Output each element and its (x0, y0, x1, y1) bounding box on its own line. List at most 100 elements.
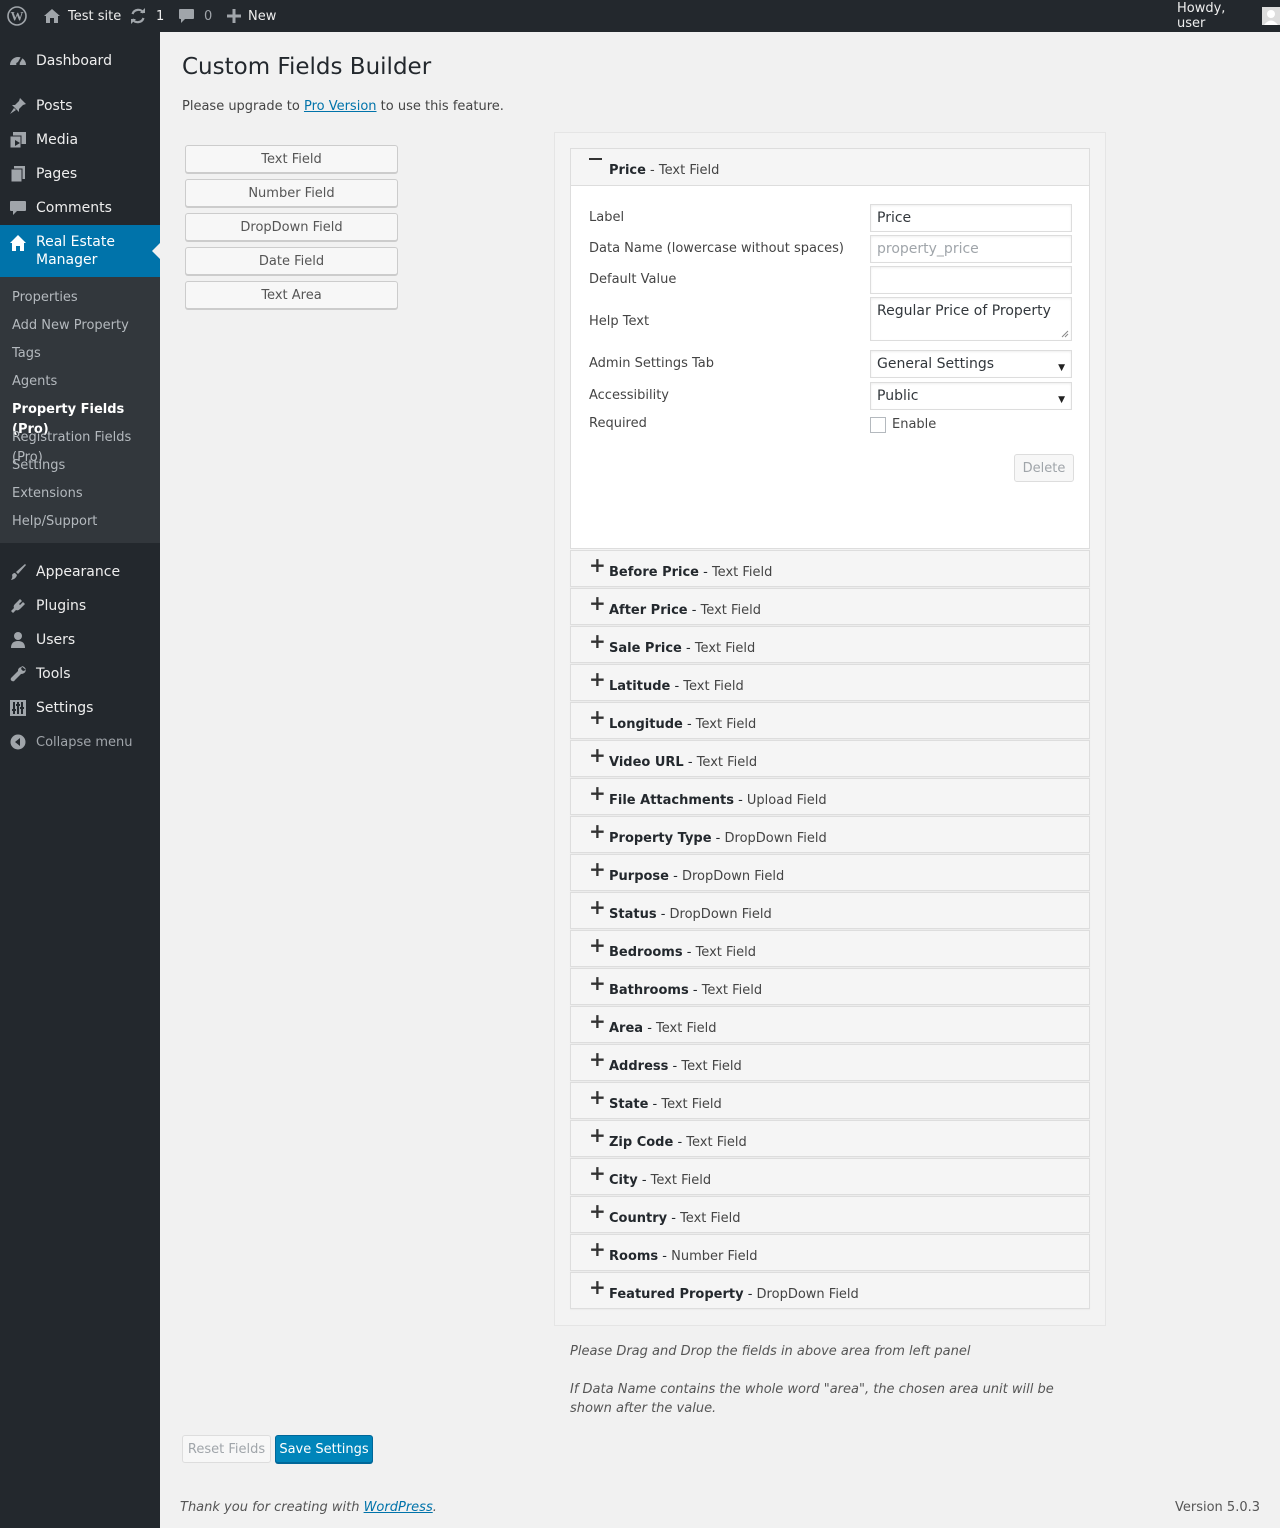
expand-plus-icon[interactable]: + (589, 1201, 606, 1221)
field-row[interactable]: + After Price - Text Field (570, 588, 1090, 625)
expand-plus-icon[interactable]: + (589, 821, 606, 841)
menu-item-real-estate-manager[interactable]: Real Estate Manager (0, 225, 160, 277)
current-menu-arrow (152, 243, 160, 259)
field-row[interactable]: + Zip Code - Text Field (570, 1120, 1090, 1157)
submenu-item-tags[interactable]: Tags (12, 344, 41, 364)
help-text-textarea[interactable]: Regular Price of Property (870, 297, 1072, 341)
expand-plus-icon[interactable]: + (589, 1163, 606, 1183)
expand-plus-icon[interactable]: + (589, 1239, 606, 1259)
field-row[interactable]: + State - Text Field (570, 1082, 1090, 1119)
wordpress-link[interactable]: WordPress (364, 1500, 433, 1515)
expand-plus-icon[interactable]: + (589, 859, 606, 879)
expand-plus-icon[interactable]: + (589, 1087, 606, 1107)
field-row[interactable]: + File Attachments - Upload Field (570, 778, 1090, 815)
submenu-item-help-support[interactable]: Help/Support (12, 512, 97, 532)
submenu-item-registration-fields[interactable]: Registration Fields (Pro) (12, 428, 160, 465)
field-type: Text Field (694, 641, 756, 656)
menu-item-dashboard[interactable]: Dashboard (0, 44, 160, 78)
label-input[interactable]: Price (870, 204, 1072, 232)
field-row[interactable]: + Featured Property - DropDown Field (570, 1272, 1090, 1309)
menu-item-plugins[interactable]: Plugins (0, 589, 160, 623)
wrench-icon (9, 665, 27, 683)
accessibility-select[interactable]: Public ▼ (870, 382, 1072, 410)
field-name: Status (609, 907, 657, 922)
expand-plus-icon[interactable]: + (589, 1049, 606, 1069)
expand-plus-icon[interactable]: + (589, 973, 606, 993)
menu-item-tools[interactable]: Tools (0, 657, 160, 691)
expand-plus-icon[interactable]: + (589, 1011, 606, 1031)
menu-label: Tools (36, 666, 71, 682)
field-name: After Price (609, 603, 688, 618)
add-date-field-button[interactable]: Date Field (185, 247, 398, 275)
expand-plus-icon[interactable]: + (589, 555, 606, 575)
menu-item-settings[interactable]: Settings (0, 691, 160, 725)
account-menu[interactable]: Howdy, user (1177, 0, 1280, 32)
updates-menu[interactable]: 1 (129, 0, 164, 32)
field-row[interactable]: + City - Text Field (570, 1158, 1090, 1195)
expand-plus-icon[interactable]: + (589, 783, 606, 803)
field-panel-header[interactable]: Price - Text Field (571, 149, 1089, 186)
site-menu[interactable]: Test site (43, 0, 121, 32)
field-name: Longitude (609, 717, 683, 732)
submenu-item-settings[interactable]: Settings (12, 456, 65, 476)
field-type: DropDown Field (681, 869, 785, 884)
collapse-minus-icon[interactable] (589, 158, 602, 160)
add-text-field-button[interactable]: Text Field (185, 145, 398, 173)
reset-fields-button[interactable]: Reset Fields (182, 1435, 271, 1463)
expand-plus-icon[interactable]: + (589, 631, 606, 651)
admin-tab-select[interactable]: General Settings ▼ (870, 350, 1072, 378)
default-value-input[interactable] (870, 266, 1072, 294)
add-text-area-button[interactable]: Text Area (185, 281, 398, 309)
menu-label: Plugins (36, 598, 87, 614)
field-row[interactable]: + Latitude - Text Field (570, 664, 1090, 701)
pro-version-link[interactable]: Pro Version (304, 99, 377, 114)
field-name: Property Type (609, 831, 712, 846)
expand-plus-icon[interactable]: + (589, 707, 606, 727)
submenu-item-add-new-property[interactable]: Add New Property (12, 316, 129, 336)
field-type: Text Field (701, 983, 763, 998)
field-row[interactable]: + Sale Price - Text Field (570, 626, 1090, 663)
expand-plus-icon[interactable]: + (589, 745, 606, 765)
field-row[interactable]: + Purpose - DropDown Field (570, 854, 1090, 891)
submenu-item-properties[interactable]: Properties (12, 288, 78, 308)
delete-field-button[interactable]: Delete (1014, 454, 1074, 482)
expand-plus-icon[interactable]: + (589, 897, 606, 917)
comments-menu[interactable]: 0 (178, 0, 212, 32)
field-row[interactable]: + Status - DropDown Field (570, 892, 1090, 929)
menu-item-media[interactable]: Media (0, 123, 160, 157)
wordpress-logo-icon[interactable]: W (7, 0, 27, 32)
required-checkbox[interactable] (870, 417, 886, 433)
field-row[interactable]: + Address - Text Field (570, 1044, 1090, 1081)
submenu-item-property-fields[interactable]: Property Fields (Pro) (12, 400, 160, 437)
menu-item-users[interactable]: Users (0, 623, 160, 657)
menu-item-posts[interactable]: Posts (0, 89, 160, 123)
menu-item-pages[interactable]: Pages (0, 157, 160, 191)
field-row[interactable]: + Before Price - Text Field (570, 550, 1090, 587)
menu-item-comments[interactable]: Comments (0, 191, 160, 225)
field-row-title: State - Text Field (609, 1097, 722, 1112)
field-row[interactable]: + Country - Text Field (570, 1196, 1090, 1233)
collapse-menu-button[interactable]: Collapse menu (0, 725, 160, 759)
expand-plus-icon[interactable]: + (589, 935, 606, 955)
field-row[interactable]: + Longitude - Text Field (570, 702, 1090, 739)
expand-plus-icon[interactable]: + (589, 593, 606, 613)
field-row[interactable]: + Area - Text Field (570, 1006, 1090, 1043)
new-content-menu[interactable]: New (227, 0, 276, 32)
field-row[interactable]: + Bedrooms - Text Field (570, 930, 1090, 967)
submenu-item-agents[interactable]: Agents (12, 372, 57, 392)
save-settings-button[interactable]: Save Settings (275, 1435, 373, 1463)
data-name-input[interactable]: property_price (870, 235, 1072, 263)
expand-plus-icon[interactable]: + (589, 1125, 606, 1145)
expand-plus-icon[interactable]: + (589, 669, 606, 689)
expand-plus-icon[interactable]: + (589, 1277, 606, 1297)
resize-handle-icon[interactable] (1061, 330, 1069, 338)
field-row[interactable]: + Bathrooms - Text Field (570, 968, 1090, 1005)
add-dropdown-field-button[interactable]: DropDown Field (185, 213, 398, 241)
menu-item-appearance[interactable]: Appearance (0, 555, 160, 589)
add-number-field-button[interactable]: Number Field (185, 179, 398, 207)
field-panel-title: Price - Text Field (609, 163, 720, 178)
field-row[interactable]: + Rooms - Number Field (570, 1234, 1090, 1271)
field-row[interactable]: + Property Type - DropDown Field (570, 816, 1090, 853)
field-row[interactable]: + Video URL - Text Field (570, 740, 1090, 777)
submenu-item-extensions[interactable]: Extensions (12, 484, 83, 504)
